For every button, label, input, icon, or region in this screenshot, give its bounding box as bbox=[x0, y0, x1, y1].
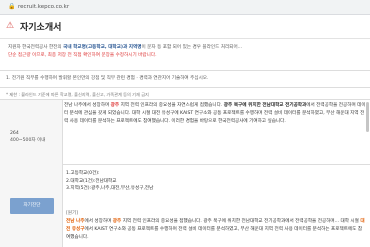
reply-mid3: 에서 KAIST 연구소와 공동 프로젝트를 수행하며 전력 설비 데이터를 분… bbox=[66, 227, 363, 240]
answer-text-mid1: 지역 전력 인프라의 중요성을 자연스럽게 접했습니다. bbox=[119, 103, 224, 108]
intro-text: 지원자 한국전력공사 한전의 국내 학교명(고등학교, 대학교)과 지역명이 문… bbox=[8, 44, 364, 60]
page-header: ⚠ 자기소개서 bbox=[0, 14, 370, 39]
highlighted-answer: [원기] 전남 나주에서 성장하며 광주 지역 전력 인프라의 중요성을 접했습… bbox=[66, 210, 366, 242]
reply-label: [원기] bbox=[66, 211, 79, 216]
answer-sidebar: 264 400~500자 이내 자기진단 bbox=[0, 100, 63, 247]
lock-icon: 🔒 bbox=[8, 3, 16, 10]
detection-university: 2.대학교(1건):전남대학교 bbox=[66, 178, 117, 184]
question-row: 1. 전기원 직무를 수행하며 발휘할 본인만의 강점 및 직무 관련 경험 ·… bbox=[0, 70, 370, 88]
warning-icon: ⚠ bbox=[6, 21, 15, 31]
url-text[interactable]: recruit.kepco.co.kr bbox=[18, 4, 69, 10]
note-text: * 제한 : 블라인드 기준에 따른 학교명, 출신지역, 출신고, 가족관계 … bbox=[6, 92, 149, 97]
intro-line1: 지원자 한국전력공사 한전의 국내 학교명(고등학교, 대학교)과 지역명이 문… bbox=[8, 44, 364, 52]
address-bar[interactable]: 🔒 recruit.kepco.co.kr bbox=[0, 0, 370, 15]
detection-summary: 1.고등학교(0건): 2.대학교(1건):전남대학교 3.지역(5건):광주,… bbox=[66, 170, 366, 193]
question-text: 1. 전기원 직무를 수행하며 발휘할 본인만의 강점 및 직무 관련 경험 ·… bbox=[6, 76, 209, 81]
scrollbar-thumb[interactable] bbox=[366, 102, 369, 132]
reply-orange2: 광주 bbox=[112, 219, 122, 224]
intro-line2: 단순 접근량 이므로, 최종 저장 전 직접 확인하여 문장을 수정하시기 바랍… bbox=[8, 53, 157, 58]
detection-school: 1.고등학교(0건): bbox=[66, 171, 100, 176]
answer-text-bold1: 광주 북구에 위치한 전남대학교 전기공학과 bbox=[223, 103, 307, 108]
detection-region: 3.지역(5건):광주,나주,대전,부산,유성구,전남 bbox=[66, 186, 154, 191]
page-title: 자기소개서 bbox=[20, 22, 62, 33]
reply-mid1: 에서 성장하며 bbox=[84, 219, 113, 224]
intro-line1-post: 이 문자 등 포함 되어 있는 경우 블라인드 처리되어... bbox=[141, 45, 243, 50]
self-diagnosis-button[interactable]: 자기진단 bbox=[10, 198, 54, 214]
answer-table: 264 400~500자 이내 자기진단 전남 나주에서 성장하며 광주 지역 … bbox=[0, 99, 370, 247]
intro-line1-highlight: 국내 학교명(고등학교, 대학교)과 지역명 bbox=[63, 45, 142, 50]
char-count-value: 264 bbox=[10, 131, 19, 136]
reply-orange1: 전남 나주 bbox=[66, 219, 85, 224]
reply-body: 전남 나주에서 성장하며 광주 지역 전력 인프라의 중요성을 접했습니다. 광… bbox=[66, 218, 366, 242]
intro-line1-pre: 지원자 한국전력공사 한전의 bbox=[8, 45, 64, 50]
answer-textarea[interactable]: 전남 나주에서 성장하며 광주 지역 전력 인프라의 중요성을 자연스럽게 접했… bbox=[64, 102, 366, 148]
section-divider bbox=[63, 164, 370, 165]
char-limit: 400~500자 이내 bbox=[10, 138, 46, 143]
answer-text-red1: 광주 bbox=[110, 103, 120, 108]
answer-text-pre: 전남 나주에서 성장하며 bbox=[64, 103, 111, 108]
char-count: 264 400~500자 이내 bbox=[10, 130, 46, 144]
reply-mid2: 지역 전력 인프라의 중요성을 접했습니다. 광주 북구에 위치한 전남대학교 … bbox=[121, 219, 361, 224]
